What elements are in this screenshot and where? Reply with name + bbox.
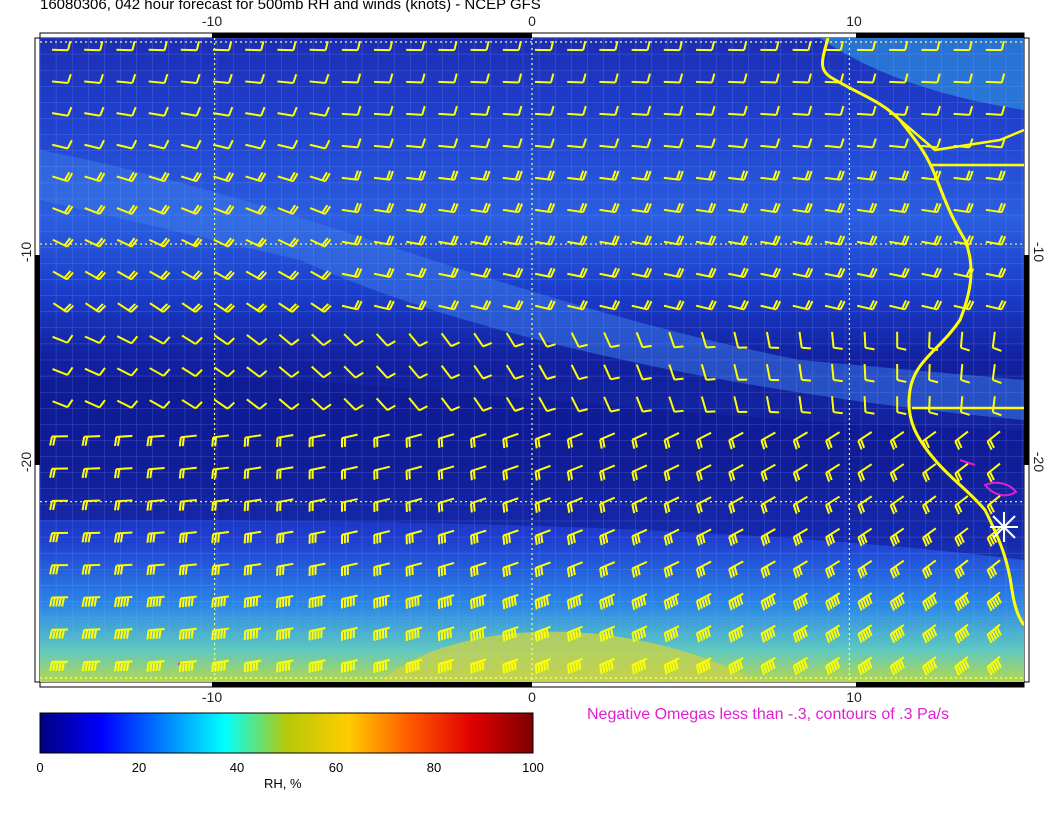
- lon-tick-top-2: 0: [528, 13, 536, 29]
- colorbar-tick-60: 60: [328, 760, 344, 775]
- colorbar-tick-0: 0: [36, 760, 44, 775]
- colorbar-tick-100: 100: [522, 760, 544, 775]
- colorbar-label: RH, %: [264, 776, 302, 791]
- lon-tick-bottom-2: 0: [528, 689, 536, 705]
- colorbar: [39, 712, 534, 754]
- lon-tick-top-1: -10: [202, 13, 222, 29]
- lat-tick-left-1: -10: [18, 242, 34, 262]
- lon-tick-bottom-1: -10: [202, 689, 222, 705]
- lon-tick-top-3: 10: [846, 13, 862, 29]
- colorbar-tick-40: 40: [229, 760, 245, 775]
- lat-tick-right-2: -20: [1031, 452, 1047, 472]
- lat-tick-left-2: -20: [18, 452, 34, 472]
- colorbar-tick-80: 80: [426, 760, 442, 775]
- colorbar-tick-20: 20: [131, 760, 147, 775]
- lat-tick-right-1: -10: [1031, 242, 1047, 262]
- omega-note: Negative Omegas less than -.3, contours …: [587, 706, 949, 723]
- station-marker: [990, 512, 1018, 542]
- forecast-map: -10 0 10 -10 0 10 -10 -20 -10 -20: [18, 13, 1047, 754]
- lon-tick-bottom-3: 10: [846, 689, 862, 705]
